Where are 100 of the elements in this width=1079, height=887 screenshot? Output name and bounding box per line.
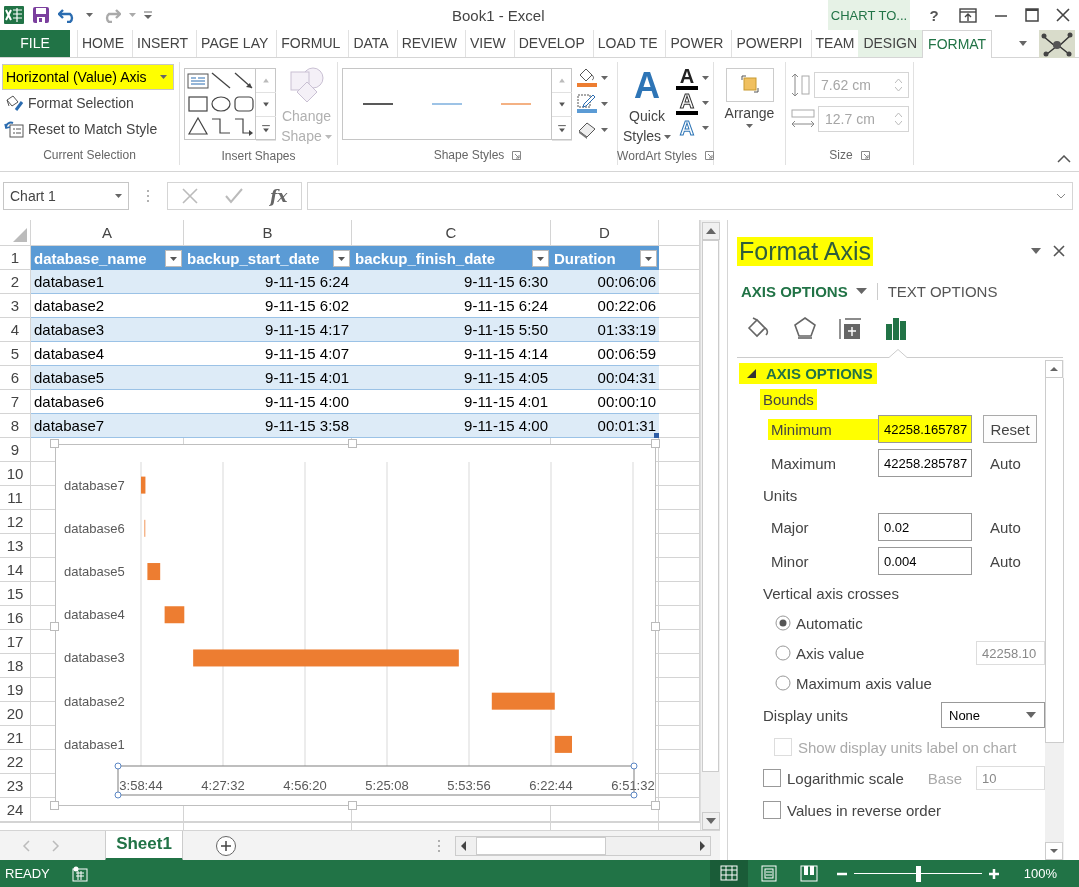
auto-label: Auto — [990, 552, 1021, 570]
row-header[interactable]: 23 — [0, 774, 31, 798]
text-outline-button[interactable]: A — [676, 91, 709, 115]
checkbox-label: Show display units label on chart — [798, 738, 1017, 756]
status-text: READY — [5, 866, 50, 881]
sheet-tab[interactable]: Sheet1 — [105, 830, 183, 861]
category-label: database5 — [64, 564, 125, 580]
axis-label: 4:27:32 — [201, 778, 245, 793]
ribbon-tab[interactable]: INSERT — [132, 30, 193, 57]
table-cell: 9-11-15 6:30 — [352, 270, 551, 294]
ribbon-tab[interactable]: VIEW — [464, 30, 510, 57]
ribbon-tab[interactable]: POWER — [665, 30, 728, 57]
ribbon-tab[interactable]: DESIGN — [858, 30, 923, 57]
help-button[interactable]: ? — [926, 6, 942, 24]
field-label: Minor — [770, 551, 810, 572]
row-header[interactable]: 11 — [0, 486, 31, 510]
row-header[interactable]: 24 — [0, 798, 31, 822]
ribbon-tab[interactable]: REVIEW — [396, 30, 461, 57]
chart-elements-dropdown[interactable]: Horizontal (Value) Axis — [2, 64, 174, 90]
radio-label: Axis value — [796, 644, 865, 662]
format-selection-button[interactable]: Format Selection — [2, 90, 179, 116]
column-title: Duration — [554, 249, 616, 267]
row-header[interactable]: 14 — [0, 558, 31, 582]
base-field[interactable]: 10 — [976, 766, 1045, 790]
ribbon-tab[interactable]: PAGE LAY — [196, 30, 273, 57]
ribbon-tab[interactable]: DATA — [348, 30, 393, 57]
table-cell: 9-11-15 4:01 — [184, 366, 352, 390]
value-field[interactable]: 0.004 — [878, 547, 972, 575]
row-header[interactable]: 3 — [0, 294, 31, 318]
window-title: Book1 - Excel — [451, 6, 546, 24]
ribbon-tab[interactable]: FILE — [0, 30, 70, 57]
row-header[interactable]: 19 — [0, 678, 31, 702]
name-box[interactable]: Chart 1 — [3, 182, 129, 210]
field-label: Maximum — [770, 453, 837, 474]
row-header[interactable]: 17 — [0, 630, 31, 654]
field-label: Minimum — [768, 418, 878, 440]
table-cell: 9-11-15 4:17 — [184, 318, 352, 342]
axis-label: 6:51:32 — [611, 778, 655, 793]
checkbox-label: Logarithmic scale — [787, 769, 904, 787]
column-header[interactable]: C — [352, 220, 551, 246]
group-label: Size — [829, 148, 853, 162]
row-header[interactable]: 18 — [0, 654, 31, 678]
row-header[interactable]: 12 — [0, 510, 31, 534]
axis-label: 5:53:56 — [447, 778, 491, 793]
ribbon-tab[interactable]: POWERPI — [731, 30, 807, 57]
quick-styles-button[interactable]: A Quick Styles — [622, 66, 672, 146]
field-label: Major — [770, 517, 810, 538]
value-field[interactable]: 42258.285787 — [878, 449, 972, 477]
reset-style-button[interactable]: Reset to Match Style — [2, 116, 179, 142]
column-header[interactable]: D — [551, 220, 659, 246]
group-heading: Units — [762, 485, 799, 506]
row-header[interactable]: 16 — [0, 606, 31, 630]
text-effects-button[interactable]: A — [676, 116, 709, 140]
radio-label: Maximum axis value — [796, 674, 932, 692]
group-label: Current Selection — [43, 148, 136, 162]
pane-tab[interactable]: AXIS OPTIONS — [741, 282, 878, 300]
axis-label: 5:25:08 — [365, 778, 409, 793]
auto-label: Auto — [990, 518, 1021, 536]
column-title: database_name — [34, 249, 147, 267]
row-header[interactable]: 15 — [0, 582, 31, 606]
axis-value-field[interactable]: 42258.10 — [976, 641, 1045, 665]
chart-area[interactable]: database7 database6 database5 database4 database3 database2 database1 3:58:44 4:27:32 4:56:20 5:25:08 5:53:56 6:22:44 6:51:32 — [55, 444, 656, 806]
row-header[interactable]: 22 — [0, 750, 31, 774]
ribbon-tab[interactable]: HOME — [77, 30, 128, 57]
column-header[interactable]: B — [184, 220, 352, 246]
arrange-button[interactable]: Arrange — [714, 62, 785, 128]
group-heading: Vertical axis crosses — [762, 583, 900, 604]
field-label: Base — [927, 769, 962, 787]
section-header[interactable]: AXIS OPTIONS — [739, 362, 877, 384]
row-header[interactable]: 10 — [0, 462, 31, 486]
contextual-tab-group: CHART TO... — [828, 0, 910, 30]
row-header[interactable]: 9 — [0, 438, 31, 462]
pane-title: Format Axis — [737, 236, 873, 266]
ribbon-tab[interactable]: DEVELOP — [513, 30, 589, 57]
row-header[interactable]: 21 — [0, 726, 31, 750]
table-cell: 00:01:31 — [551, 414, 659, 438]
category-label: database2 — [64, 693, 125, 709]
axis-label: 4:56:20 — [283, 778, 327, 793]
ribbon-tab[interactable]: FORMAT — [922, 30, 993, 58]
table-cell: 9-11-15 6:24 — [184, 270, 352, 294]
column-header[interactable]: A — [31, 220, 184, 246]
value-field[interactable]: 42258.165787 — [878, 415, 972, 443]
row-header[interactable]: 20 — [0, 702, 31, 726]
reset-button[interactable]: Reset — [983, 415, 1037, 443]
ribbon-tab[interactable]: LOAD TE — [592, 30, 662, 57]
row-header[interactable]: 5 — [0, 342, 31, 366]
value-field[interactable]: 0.02 — [878, 513, 972, 541]
insert-function-button[interactable]: fx — [269, 186, 288, 206]
row-header[interactable]: 7 — [0, 390, 31, 414]
field-label: Display units — [762, 705, 850, 726]
table-cell: database1 — [31, 270, 184, 294]
table-cell: 9-11-15 4:05 — [352, 366, 551, 390]
table-cell: 01:33:19 — [551, 318, 659, 342]
zoom-level[interactable]: 100% — [1023, 866, 1057, 881]
text-fill-button[interactable]: A — [676, 66, 709, 90]
display-units-dropdown[interactable]: None — [941, 702, 1045, 728]
ribbon-tab[interactable]: FORMUL — [276, 30, 345, 57]
pane-tab[interactable]: TEXT OPTIONS — [877, 282, 1008, 300]
category-label: database6 — [64, 520, 125, 536]
row-header[interactable]: 13 — [0, 534, 31, 558]
